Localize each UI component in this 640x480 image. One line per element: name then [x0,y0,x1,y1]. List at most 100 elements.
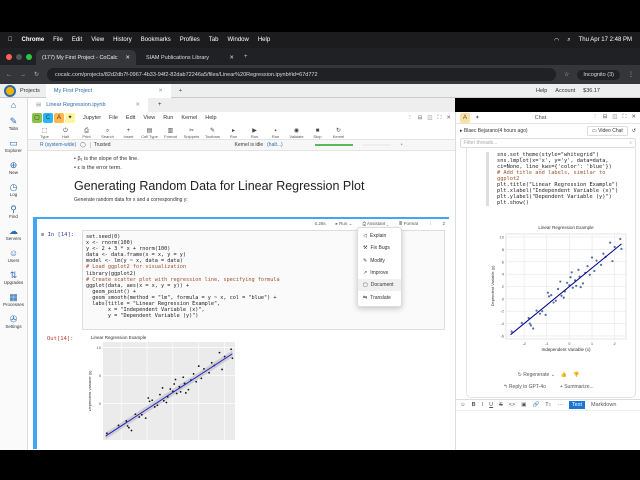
chat-input[interactable] [456,412,640,450]
thumbs-down-icon[interactable]: 👎 [573,372,579,378]
menu-file[interactable]: File [109,115,118,121]
code-icon[interactable]: <> [509,402,515,408]
underline-icon[interactable]: U [489,402,493,408]
image-icon[interactable]: ▣ [521,402,526,408]
reply-button[interactable]: ↰ Reply to GPT-4o [503,384,546,390]
split-vertical-icon[interactable]: ◫ [612,114,617,121]
sidebar-item-tabs[interactable]: ✎ Tabs [0,112,27,134]
text-size-icon[interactable]: T↕ [545,402,551,408]
menu-edit[interactable]: Edit [126,115,135,121]
sidebar-item-processes[interactable]: ▦ Processes [0,288,27,310]
toolbar-search[interactable]: ⌕ Search [97,128,118,139]
menu-history[interactable]: History [113,37,132,43]
split-horizontal-icon[interactable]: ⊟ [603,114,608,121]
bold-icon[interactable]: B [472,402,476,408]
sidebar-item-servers[interactable]: ☁ Servers [0,222,27,244]
fullscreen-icon[interactable]: ⛶ [623,114,627,121]
history-icon[interactable]: ↺ [632,128,636,134]
toolbar-halt[interactable]: ⏻ Halt [55,128,76,139]
help-button[interactable]: Help [536,88,547,94]
close-frame-icon[interactable]: ✕ [446,115,451,122]
incognito-badge[interactable]: Incognito (3) [577,69,620,80]
apple-icon[interactable]:  [8,37,13,43]
bookmark-star-icon[interactable]: ☆ [564,71,569,78]
minimize-window-icon[interactable] [16,53,22,60]
close-file-icon[interactable]: ✕ [135,102,140,108]
file-icon[interactable]: ▢ [32,113,42,123]
more-icon[interactable]: ⋮ [628,71,634,78]
new-tab-button[interactable]: + [244,54,248,60]
assistant-menu-improve[interactable]: ↗ Improve [358,267,401,279]
menu-kernel[interactable]: Kernel [181,115,197,121]
menu-window[interactable]: Window [227,37,248,43]
browser-tab-cocalc[interactable]: (177) My First Project - CoCalc ✕ [36,50,136,65]
menu-view[interactable]: View [91,37,104,43]
thread-toggle[interactable]: ▸ Blaec Bejarano(4 hours ago) [460,128,528,134]
menu-tab[interactable]: Tab [209,37,219,43]
cell-more-icon[interactable]: ⋮ [428,221,433,227]
clock[interactable]: Thu Apr 17 2:48 PM [579,37,632,43]
menu-profiles[interactable]: Profiles [180,37,200,43]
close-window-icon[interactable] [6,53,12,60]
more-icon[interactable]: ⋮ [592,114,598,121]
toolbar-cell-type[interactable]: ▤ Cell Type [139,128,160,139]
toolbar-kernel[interactable]: ↻ Kernel [328,128,349,139]
sidebar-item-settings[interactable]: ✇ Settings [0,310,27,332]
kernel-name[interactable]: R (system-wide) [40,142,76,148]
chat-toggle-icon[interactable]: C [43,113,53,123]
toolbar-format[interactable]: ▥ Format [160,128,181,139]
menu-file[interactable]: File [53,37,63,43]
toolbar-type[interactable]: ⬚ Type [34,128,55,139]
thumbs-up-icon[interactable]: 👍 [561,372,567,378]
menu-bookmarks[interactable]: Bookmarks [141,37,171,43]
url-input[interactable]: cocalc.com/projects/82d2db7f-0967-4b33-9… [47,68,557,81]
project-tab[interactable]: My First Project ✕ [45,83,171,98]
toolbar-validate[interactable]: ◉ Validate [286,128,307,139]
balance[interactable]: $36.17 [583,88,600,94]
sidebar-item-users[interactable]: ☺ Users [0,244,27,266]
split-vertical-icon[interactable]: ◫ [427,115,432,122]
sidebar-item-new[interactable]: ⊕ New [0,156,27,178]
strikethrough-icon[interactable]: S [499,402,503,408]
file-tab[interactable]: ▤ Linear Regression.ipynb ✕ [28,98,148,112]
sidebar-item-explorer[interactable]: ▭ Explorer [0,134,27,156]
wifi-icon[interactable]: ◠ [554,37,559,44]
fullscreen-icon[interactable]: ⛶ [438,115,442,122]
app-menu[interactable]: Chrome [22,37,45,43]
toolbar-insert[interactable]: + Insert [118,128,139,139]
assistant-menu-translate[interactable]: ⇆ Translate [358,291,401,303]
back-icon[interactable]: ← [6,72,12,78]
sidebar-item-find[interactable]: ⚲ Find [0,200,27,222]
forward-icon[interactable]: → [20,72,26,78]
run-cell-button[interactable]: ▸ Run ⌄ [336,221,353,227]
sidebar-home[interactable]: ⌂ [0,98,27,112]
italic-icon[interactable]: I [482,402,484,408]
assistant-menu-document[interactable]: ▢ Document [358,279,401,292]
close-chat-icon[interactable]: ✕ [631,114,636,121]
ai-icon[interactable]: ✦ [65,113,75,123]
toolbar-stop[interactable]: ■ Stop [307,128,328,139]
projects-button[interactable]: Projects [20,88,40,94]
menu-help[interactable]: Help [205,115,216,121]
sidebar-item-upgrades[interactable]: ⇅ Upgrades [0,266,27,288]
emoji-icon[interactable]: ☺ [460,402,466,408]
sidebar-item-log[interactable]: ◷ Log [0,178,27,200]
menu-view[interactable]: View [143,115,155,121]
assistant-menu-explain[interactable]: ◁ Explain [358,230,401,242]
toolbar-run[interactable]: ▸ Run [223,128,244,139]
reload-icon[interactable]: ↻ [34,71,39,78]
regenerate-button[interactable]: ↻ Regenerate ⌄ [518,372,555,378]
new-file-tab-button[interactable]: + [158,102,162,108]
maximize-window-icon[interactable] [26,53,32,60]
close-tab-icon[interactable]: ✕ [125,55,130,61]
summarize-button[interactable]: + Summarize... [560,384,594,390]
more-icon[interactable]: ⋮ [407,115,413,122]
toolbar-toolbars[interactable]: ✎ Toolbars [202,128,223,139]
menu-edit[interactable]: Edit [72,37,82,43]
close-tab-icon[interactable]: ✕ [229,55,234,61]
menu-help[interactable]: Help [258,37,270,43]
toolbar-snippets[interactable]: ✂ Snippets [181,128,202,139]
video-chat-button[interactable]: ▭ Video Chat [587,125,628,136]
assistant-menu-modify[interactable]: ✎ Modify [358,255,401,267]
account-button[interactable]: Account [555,88,575,94]
